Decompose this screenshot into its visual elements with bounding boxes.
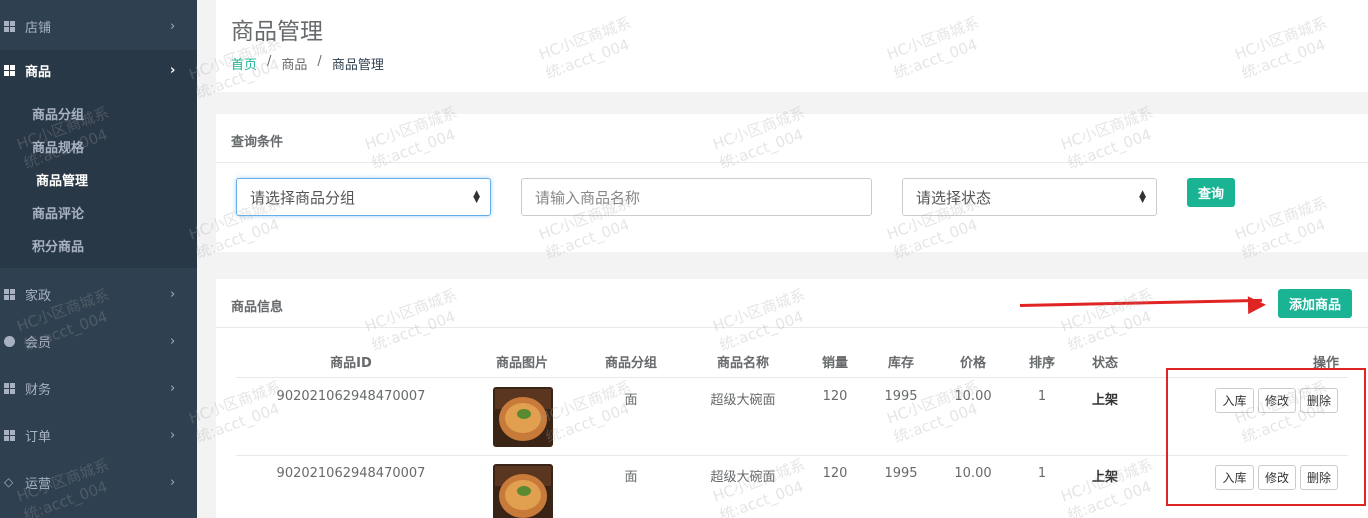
breadcrumb-home-link[interactable]: 首页	[231, 54, 257, 73]
submenu-item-points-goods[interactable]: 积分商品	[32, 236, 84, 255]
submenu-item-goods-manage[interactable]: 商品管理	[36, 170, 88, 189]
page-title: 商品管理	[231, 19, 323, 45]
sidebar-item-finance[interactable]: 财务 ›	[0, 374, 197, 402]
column-header-group: 商品分组	[604, 356, 658, 371]
divider	[216, 327, 1368, 328]
column-header-price: 价格	[959, 356, 987, 371]
column-header-image: 商品图片	[495, 356, 549, 371]
breadcrumb-current: 商品管理	[331, 58, 384, 73]
sidebar-item-label: 会员	[25, 335, 52, 351]
annotation-arrow-head	[1247, 295, 1267, 315]
cell-price: 10.00	[954, 389, 992, 404]
cell-sales: 120	[822, 466, 848, 481]
chevron-right-icon: ›	[170, 380, 176, 396]
sidebar-item-label: 财务	[25, 382, 52, 398]
chevron-right-icon: ›	[170, 333, 176, 349]
sidebar-item-label: 店铺	[25, 20, 52, 36]
cell-id: 902021062948470007	[276, 389, 426, 404]
diamond-icon: ◇	[4, 474, 14, 489]
cell-sort: 1	[1037, 389, 1047, 404]
query-title: 查询条件	[231, 135, 284, 150]
submenu-item-goods-spec[interactable]: 商品规格	[32, 137, 84, 156]
cell-group: 面	[624, 470, 638, 485]
sidebar-item-operations[interactable]: ◇ 运营 ›	[0, 468, 197, 496]
grid-icon	[4, 64, 15, 76]
cell-status: 上架	[1091, 393, 1119, 408]
breadcrumb-separator: /	[317, 54, 322, 69]
breadcrumb: 首页 / 商品 / 商品管理	[231, 54, 384, 73]
chevron-right-icon: ›	[170, 427, 176, 443]
cell-group: 面	[624, 393, 638, 408]
chevron-right-icon: ›	[170, 62, 176, 78]
column-header-sort: 排序	[1028, 356, 1056, 371]
column-header-stock: 库存	[887, 356, 915, 371]
grid-icon	[4, 288, 15, 300]
sidebar-item-housekeeping[interactable]: 家政 ›	[0, 280, 197, 308]
sidebar-item-label: 运营	[25, 476, 52, 492]
grid-icon	[4, 429, 15, 441]
sort-caret-icon: ▲ ▼	[473, 189, 480, 205]
submenu-item-goods-group[interactable]: 商品分组	[32, 104, 84, 123]
page-header	[216, 0, 1368, 92]
sidebar-item-label: 订单	[25, 429, 52, 445]
sidebar-item-store[interactable]: 店铺 ›	[0, 12, 197, 40]
goods-submenu: 商品分组 商品规格 商品管理 商品评论 积分商品	[0, 90, 197, 268]
cell-status: 上架	[1091, 470, 1119, 485]
column-header-id: 商品ID	[330, 356, 372, 371]
cell-stock: 1995	[884, 389, 918, 404]
grid-icon	[4, 20, 15, 32]
sidebar: 店铺 › 商品 › 商品分组 商品规格 商品管理 商品评论 积分商品 家政 › …	[0, 0, 197, 518]
sort-caret-icon: ▲ ▼	[1139, 189, 1146, 205]
submenu-item-goods-review[interactable]: 商品评论	[32, 203, 84, 222]
cell-id: 902021062948470007	[276, 466, 426, 481]
column-header-name: 商品名称	[716, 356, 770, 371]
sidebar-item-orders[interactable]: 订单 ›	[0, 421, 197, 449]
column-header-status: 状态	[1091, 356, 1119, 371]
grid-icon	[4, 382, 15, 394]
divider	[216, 162, 1368, 163]
chevron-right-icon: ›	[170, 18, 176, 34]
cell-price: 10.00	[954, 466, 992, 481]
breadcrumb-separator: /	[267, 54, 272, 69]
goods-group-select-value: 请选择商品分组	[250, 188, 356, 207]
goods-name-placeholder: 请输入商品名称	[535, 188, 641, 207]
search-button[interactable]: 查询	[1187, 178, 1235, 207]
chevron-right-icon: ›	[170, 474, 176, 490]
sidebar-item-goods[interactable]: 商品 ›	[0, 50, 197, 90]
breadcrumb-goods: 商品	[281, 58, 308, 73]
cell-sort: 1	[1037, 466, 1047, 481]
product-image	[493, 464, 553, 518]
status-select[interactable]: 请选择状态 ▲ ▼	[902, 178, 1157, 216]
column-header-sales: 销量	[821, 356, 849, 371]
products-title: 商品信息	[231, 300, 284, 315]
add-goods-button[interactable]: 添加商品	[1278, 289, 1352, 318]
cell-name: 超级大碗面	[710, 470, 776, 485]
goods-group-select[interactable]: 请选择商品分组 ▲ ▼	[236, 178, 491, 216]
status-select-value: 请选择状态	[916, 188, 992, 207]
product-image	[493, 387, 553, 447]
cell-name: 超级大碗面	[710, 393, 776, 408]
annotation-highlight-box	[1166, 368, 1366, 506]
cell-sales: 120	[822, 389, 848, 404]
sidebar-item-label: 家政	[25, 288, 52, 304]
sidebar-item-members[interactable]: 会员 ›	[0, 327, 197, 355]
globe-icon	[4, 335, 15, 347]
goods-name-input[interactable]: 请输入商品名称	[521, 178, 872, 216]
chevron-right-icon: ›	[170, 286, 176, 302]
cell-stock: 1995	[884, 466, 918, 481]
sidebar-item-label: 商品	[25, 64, 52, 80]
